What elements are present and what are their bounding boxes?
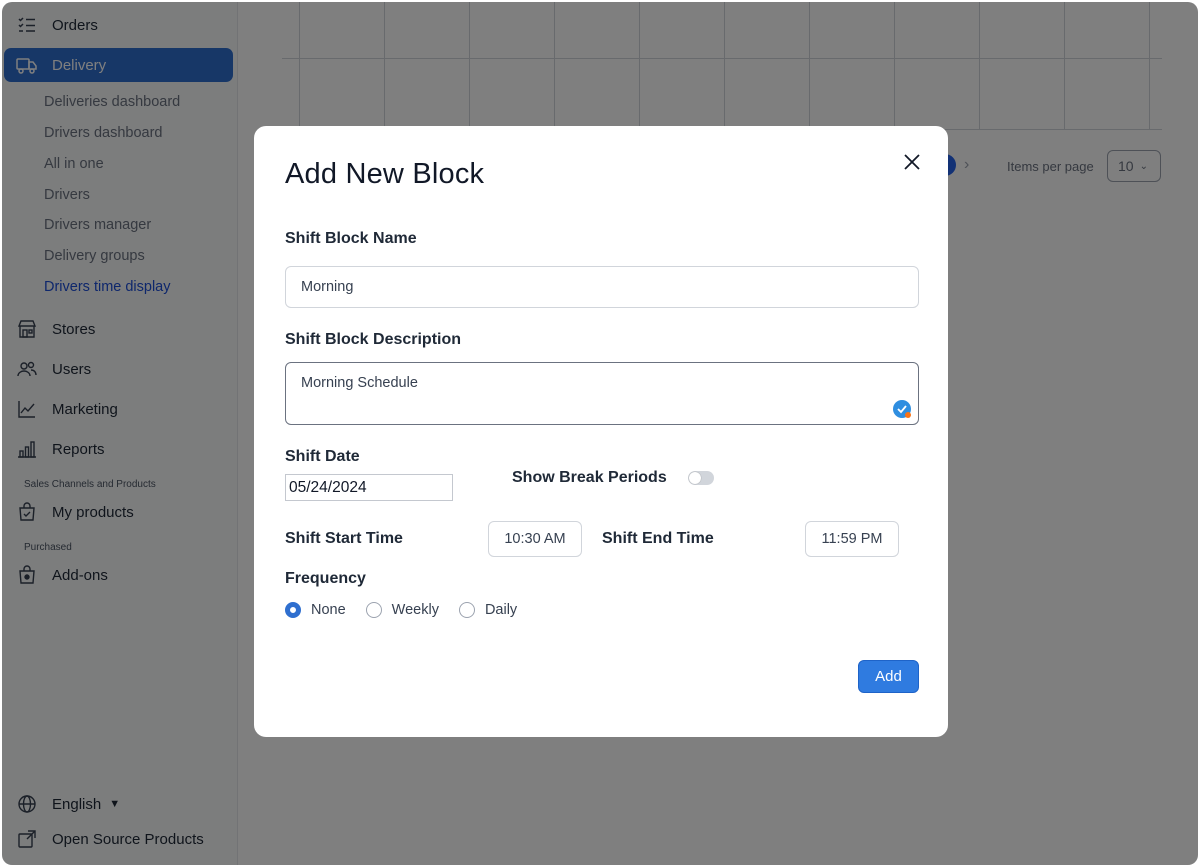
add-block-modal: Add New Block Shift Block Name Shift Blo… [254, 126, 948, 737]
radio-label: None [311, 602, 346, 618]
close-button[interactable] [900, 150, 924, 174]
app-window: Orders Delivery Deliveries dashboard Dri… [2, 2, 1198, 865]
frequency-label: Frequency [285, 570, 366, 587]
grammar-check-icon[interactable] [892, 399, 912, 419]
radio-label: Daily [484, 602, 518, 618]
toggle-knob [689, 472, 701, 484]
shift-description-label: Shift Block Description [285, 331, 462, 348]
shift-end-label: Shift End Time [602, 530, 714, 547]
frequency-option-none[interactable]: None [285, 602, 346, 618]
shift-end-time-input[interactable]: 11:59 PM [805, 521, 899, 557]
show-break-toggle[interactable] [688, 471, 714, 485]
radio-checked-icon[interactable] [285, 602, 301, 618]
shift-description-input[interactable]: Morning Schedule [285, 362, 919, 425]
frequency-option-daily[interactable]: Daily [458, 602, 518, 618]
radio-unchecked-icon[interactable] [458, 602, 475, 618]
shift-start-time-input[interactable]: 10:30 AM [488, 521, 582, 557]
frequency-option-weekly[interactable]: Weekly [365, 602, 439, 618]
radio-unchecked-icon[interactable] [365, 602, 382, 618]
close-icon [904, 154, 920, 170]
show-break-label: Show Break Periods [512, 469, 667, 486]
frequency-radio-group: None Weekly Daily [285, 602, 537, 618]
shift-name-input[interactable] [285, 266, 919, 308]
radio-label: Weekly [391, 602, 439, 618]
add-button[interactable]: Add [858, 660, 919, 693]
shift-date-label: Shift Date [285, 448, 360, 465]
shift-start-label: Shift Start Time [285, 530, 403, 547]
shift-date-input[interactable] [285, 474, 453, 501]
modal-title: Add New Block [285, 158, 485, 190]
shift-name-label: Shift Block Name [285, 230, 417, 247]
